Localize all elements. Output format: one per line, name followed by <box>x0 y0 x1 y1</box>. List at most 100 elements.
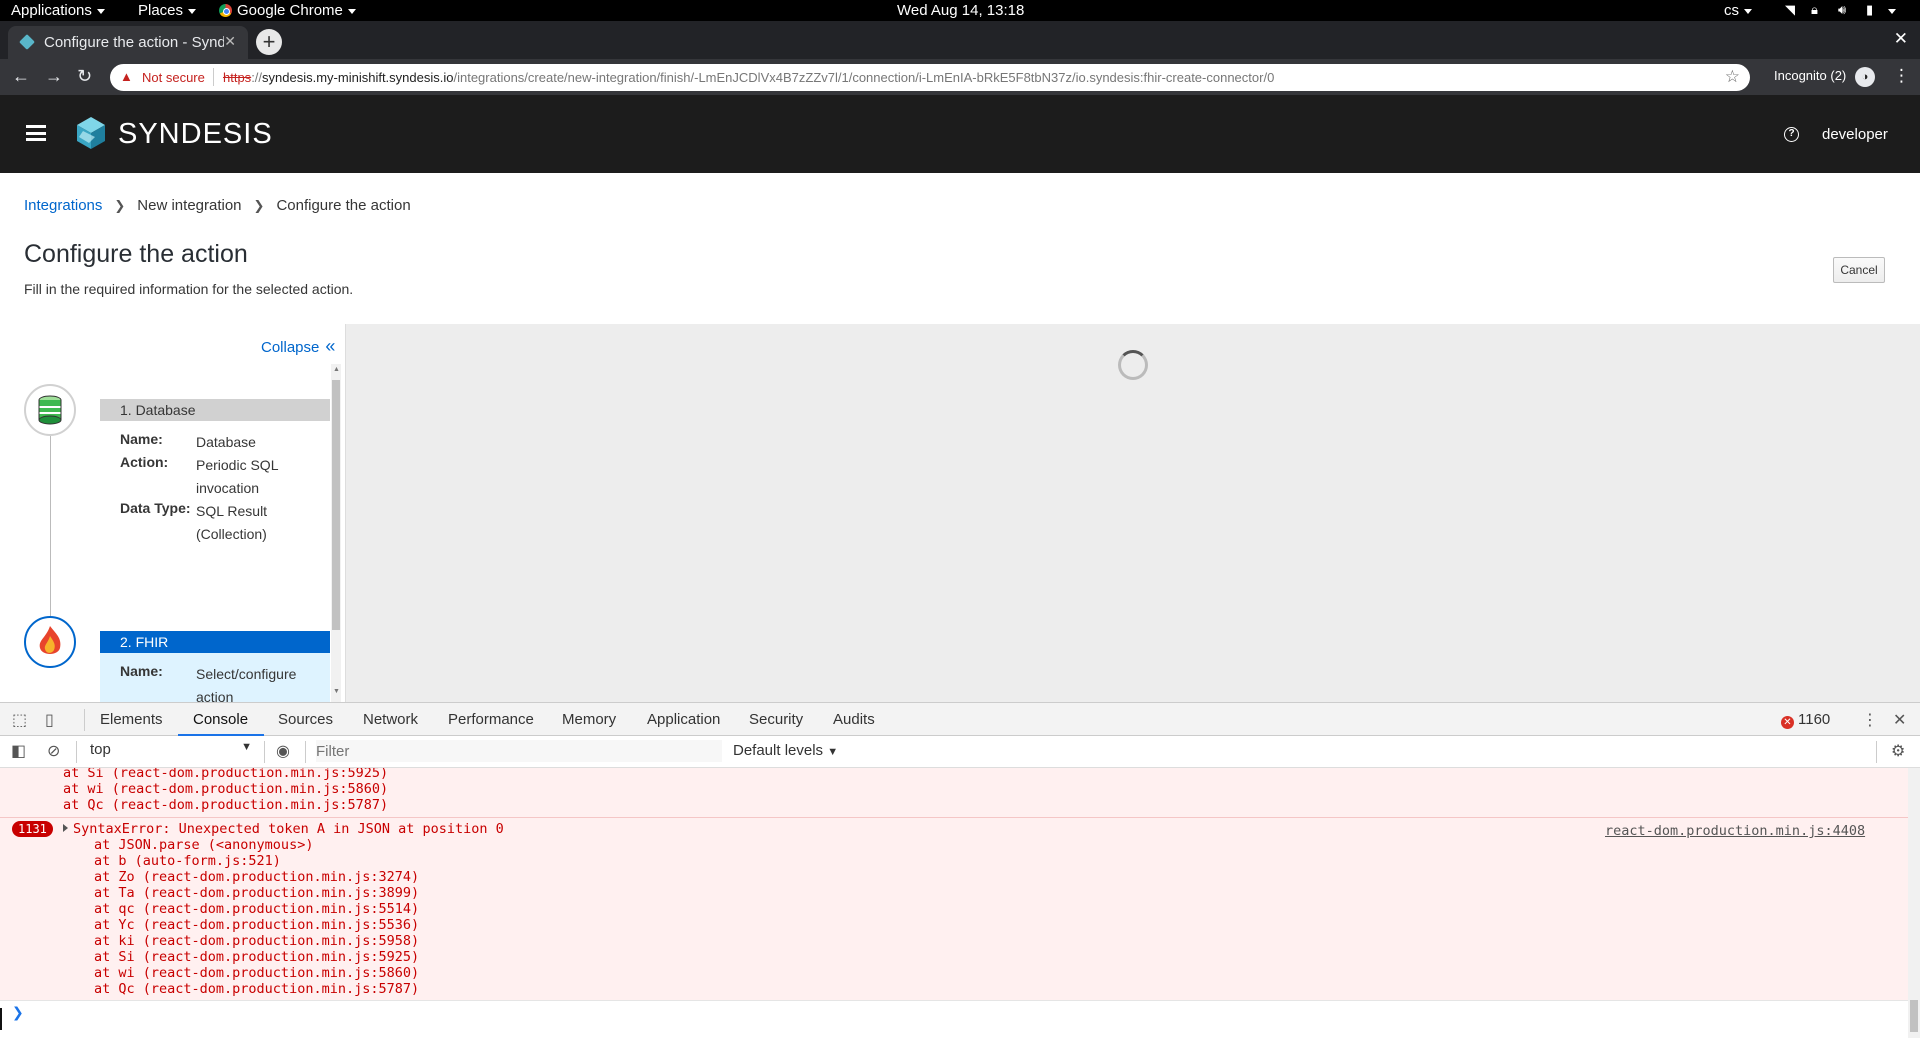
close-devtools-icon[interactable]: ✕ <box>1893 710 1906 730</box>
window-close-icon[interactable]: ✕ <box>1894 29 1908 49</box>
repeat-count-badge: 1131 <box>12 821 53 837</box>
expand-triangle-icon[interactable] <box>63 824 68 832</box>
back-arrow-icon[interactable]: ← <box>12 66 30 87</box>
scroll-down-icon[interactable]: ▼ <box>333 688 340 695</box>
clear-console-icon[interactable]: ⊘ <box>47 741 60 761</box>
stack-line[interactable]: at Qc (react-dom.production.min.js:5787) <box>94 981 419 997</box>
error-message[interactable]: SyntaxError: Unexpected token A in JSON … <box>73 821 504 837</box>
browser-tab-bar: Configure the action - Syndesis ✕ + ✕ <box>0 21 1920 59</box>
lock-icon[interactable]: 🔒︎ <box>1811 2 1818 18</box>
brand-name[interactable]: SYNDESIS <box>118 118 273 151</box>
console-scroll-thumb[interactable] <box>1910 1000 1918 1032</box>
stack-line[interactable]: at Zo (react-dom.production.min.js:3274) <box>94 869 419 885</box>
help-icon[interactable]: ? <box>1784 127 1799 142</box>
prompt-chevron-icon: ❯ <box>12 1004 24 1020</box>
browser-tab[interactable]: Configure the action - Syndesis ✕ <box>8 26 248 59</box>
devtools-menu-icon[interactable]: ⋮ <box>1862 710 1878 730</box>
collapse-button[interactable]: Collapse « <box>261 336 335 357</box>
error-count-badge[interactable]: ✕ 1160 <box>1781 711 1830 729</box>
sidebar-scroll-thumb[interactable] <box>332 380 340 630</box>
tab-application[interactable]: Application <box>647 711 720 728</box>
step-2-icon-circle[interactable] <box>24 616 76 668</box>
clock[interactable]: Wed Aug 14, 13:18 <box>897 2 1024 19</box>
sidebar-toggle-icon[interactable]: ◧ <box>11 741 26 761</box>
wifi-icon[interactable]: ◥ <box>1785 2 1795 18</box>
places-label: Places <box>138 2 184 19</box>
system-menu[interactable] <box>1883 2 1896 19</box>
incognito-icon[interactable]: ◑ <box>1855 67 1875 87</box>
inspect-element-icon[interactable]: ⬚ <box>12 710 27 730</box>
stack-line[interactable]: at Ta (react-dom.production.min.js:3899) <box>94 885 419 901</box>
stack-line[interactable]: at Si (react-dom.production.min.js:5925) <box>94 949 419 965</box>
log-levels-label: Default levels <box>733 742 824 759</box>
places-menu[interactable]: Places <box>138 2 197 19</box>
console-output: at Si (react-dom.production.min.js:5925)… <box>0 768 1908 1000</box>
stack-line[interactable]: at Yc (react-dom.production.min.js:5536) <box>94 917 419 933</box>
caret-down-icon <box>1744 8 1752 14</box>
tab-sources[interactable]: Sources <box>278 711 333 728</box>
log-levels-dropdown[interactable]: Default levels ▼ <box>733 742 838 759</box>
tab-console[interactable]: Console <box>193 711 248 728</box>
context-selector[interactable]: top ▼ <box>84 741 256 763</box>
tab-performance[interactable]: Performance <box>448 711 534 728</box>
applications-menu[interactable]: Applications <box>11 2 105 19</box>
tab-audits[interactable]: Audits <box>833 711 875 728</box>
omnibox[interactable]: ▲ Not secure https://syndesis.my-minishi… <box>110 64 1750 91</box>
chrome-app-menu[interactable]: Google Chrome <box>219 2 356 19</box>
tab-security[interactable]: Security <box>749 711 803 728</box>
user-menu[interactable]: developer <box>1822 126 1888 143</box>
breadcrumb-integrations[interactable]: Integrations <box>24 197 102 214</box>
forward-arrow-icon[interactable]: → <box>45 66 63 87</box>
action-config-panel <box>346 324 1920 702</box>
address-bar-row: ← → ↻ ▲ Not secure https://syndesis.my-m… <box>0 59 1920 95</box>
hamburger-menu-icon[interactable] <box>26 125 46 141</box>
text-cursor <box>0 1008 2 1030</box>
step-1-header[interactable]: 1. Database <box>100 399 330 421</box>
stack-line[interactable]: at wi (react-dom.production.min.js:5860) <box>94 965 419 981</box>
browser-label: Google Chrome <box>237 2 343 19</box>
breadcrumb-current: Configure the action <box>276 197 411 214</box>
stack-line: at Qc (react-dom.production.min.js:5787) <box>63 797 389 813</box>
bookmark-star-icon[interactable]: ☆ <box>1725 67 1740 87</box>
cancel-button[interactable]: Cancel <box>1833 257 1885 283</box>
devtools-tab-bar: ⬚ ▯ Elements Console Sources Network Per… <box>0 702 1920 736</box>
tab-network[interactable]: Network <box>363 711 418 728</box>
message-divider <box>0 817 1908 818</box>
keyboard-layout[interactable]: cs <box>1724 2 1752 19</box>
url-scheme: https <box>223 70 252 85</box>
console-prompt[interactable]: ❯ <box>0 1000 1908 1038</box>
toolbar-divider <box>76 741 77 763</box>
url-text[interactable]: https://syndesis.my-minishift.syndesis.i… <box>223 70 1274 85</box>
console-settings-gear-icon[interactable]: ⚙ <box>1891 741 1905 761</box>
error-icon: ✕ <box>1781 716 1794 729</box>
console-scrollbar[interactable] <box>1908 768 1920 1038</box>
incognito-label[interactable]: Incognito (2) <box>1774 68 1846 83</box>
breadcrumb: Integrations ❯ New integration ❯ Configure t… <box>24 197 411 214</box>
close-tab-icon[interactable]: ✕ <box>224 33 236 50</box>
collapse-label: Collapse <box>261 339 320 356</box>
volume-icon[interactable]: 🔊︎ <box>1838 2 1846 18</box>
new-tab-button[interactable]: + <box>256 29 282 55</box>
eye-icon[interactable]: ◉ <box>276 741 290 761</box>
context-value: top <box>90 741 111 758</box>
scroll-up-icon[interactable]: ▲ <box>333 366 340 373</box>
stack-line[interactable]: at b (auto-form.js:521) <box>94 853 281 869</box>
reload-icon[interactable]: ↻ <box>77 66 92 87</box>
chrome-menu-icon[interactable]: ⋮ <box>1893 66 1910 86</box>
tab-memory[interactable]: Memory <box>562 711 616 728</box>
page-subtitle: Fill in the required information for the… <box>24 281 354 297</box>
error-source-link[interactable]: react-dom.production.min.js:4408 <box>1605 823 1865 839</box>
warning-icon[interactable]: ▲ <box>120 69 133 84</box>
step-1-icon-circle[interactable] <box>24 384 76 436</box>
syndesis-logo-icon <box>77 117 105 149</box>
not-secure-label[interactable]: Not secure <box>142 70 205 85</box>
battery-icon[interactable]: ▮ <box>1866 2 1873 18</box>
stack-line[interactable]: at ki (react-dom.production.min.js:5958) <box>94 933 419 949</box>
console-filter-input[interactable] <box>316 740 722 762</box>
device-toolbar-icon[interactable]: ▯ <box>45 710 54 730</box>
step-2-header[interactable]: 2. FHIR <box>100 631 330 653</box>
tab-elements[interactable]: Elements <box>100 711 163 728</box>
stack-line[interactable]: at qc (react-dom.production.min.js:5514) <box>94 901 419 917</box>
dropdown-arrow-icon: ▼ <box>827 746 839 758</box>
syndesis-favicon-icon <box>19 34 35 50</box>
